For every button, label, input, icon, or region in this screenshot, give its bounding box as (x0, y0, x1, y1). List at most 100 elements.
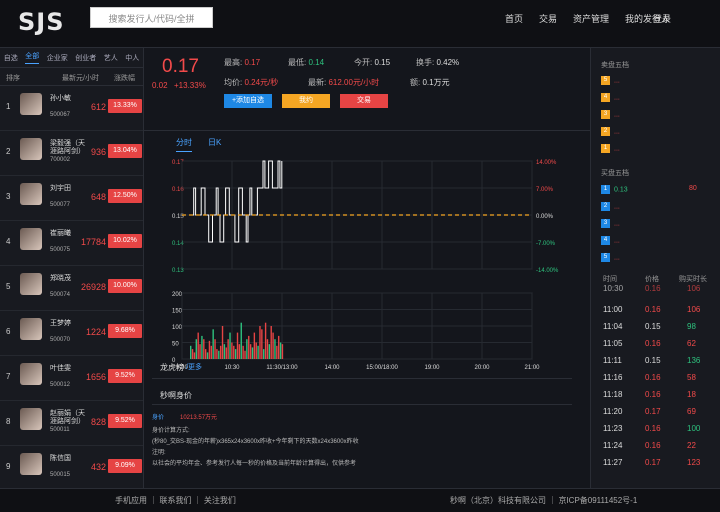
level-price: ... (614, 203, 620, 211)
add-watchlist-button[interactable]: +添加自选 (224, 94, 272, 108)
list-item[interactable]: 2 梁毅强（天涯路阿剑） 700002 936 13.04% (0, 131, 143, 176)
rank-number: 6 (6, 327, 11, 336)
category-tabs: 自选 全部 企业家 创业者 艺人 中人 (0, 48, 143, 68)
pct-tick: 14.00% (536, 160, 557, 166)
dragon-tiger-more-link[interactable]: /更多 (186, 362, 202, 372)
tab-0[interactable]: 自选 (4, 53, 18, 63)
nav-item-2[interactable]: 资产管理 (573, 12, 609, 25)
buy-level[interactable]: 3... (601, 219, 717, 228)
list-item[interactable]: 8 赵丽娟（天涯路阿剑） 500011 828 9.52% (0, 401, 143, 446)
current-price: 0.17 (162, 56, 199, 77)
buy-level[interactable]: 5... (601, 253, 717, 262)
level-price: ... (614, 111, 620, 119)
tick-price: 0.16 (645, 424, 661, 433)
issuer-code: 500077 (50, 202, 71, 208)
tick-qty: 22 (687, 441, 696, 450)
level-qty: 80 (689, 185, 697, 192)
rank-number: 8 (6, 417, 11, 426)
issuer-price: 648 (90, 192, 106, 202)
change-badge: 9.52% (108, 369, 142, 383)
tick-price: 0.15 (645, 322, 661, 331)
issuer-price: 828 (90, 417, 106, 427)
issuer-code: 500011 (50, 427, 70, 433)
tick-time: 11:24 (603, 441, 623, 450)
sell-level[interactable]: 3... (601, 110, 620, 119)
tick-qty: 62 (687, 339, 696, 348)
tick-price: 0.16 (645, 305, 661, 314)
tick-qty: 58 (687, 373, 696, 382)
tick-time: 11:16 (603, 373, 623, 382)
nav-item-0[interactable]: 首页 (505, 12, 523, 25)
buy-level[interactable]: 1 0.13 80 (601, 185, 717, 194)
tab-1[interactable]: 全部 (25, 51, 40, 64)
tick-time: 11:18 (603, 390, 623, 399)
logo[interactable]: SJS (18, 8, 65, 36)
change-badge: 13.04% (108, 144, 142, 158)
nav-item-1[interactable]: 交易 (539, 12, 557, 25)
volume-tick: 200 (172, 292, 183, 298)
tab-4[interactable]: 艺人 (104, 53, 118, 63)
issuer-price: 432 (90, 462, 106, 472)
tick-price: 0.17 (645, 407, 661, 416)
tab-5[interactable]: 中人 (125, 53, 139, 63)
tab-2[interactable]: 企业家 (47, 53, 68, 63)
change-badge: 10.00% (108, 279, 142, 293)
issuer-code: 500075 (50, 247, 71, 253)
note-text: 以社会的平均年金、参考发行人每一秒的价格及当前年龄计算得出，仅供参考 (152, 461, 357, 467)
list-item[interactable]: 4 崔丽曦 500075 17784 10.02% (0, 221, 143, 266)
chart-tab-1[interactable]: 日K (208, 137, 221, 152)
level-badge: 2 (601, 202, 610, 211)
sell-level[interactable]: 2... (601, 127, 620, 136)
quote-panel: 0.17 0.02 +13.33% 最高: 0.17 最低: 0.14 今开: … (144, 48, 590, 488)
trade-button[interactable]: 交易 (340, 94, 388, 108)
level-badge: 3 (601, 219, 610, 228)
issuer-code: 500074 (50, 292, 71, 298)
tab-3[interactable]: 创业者 (75, 53, 96, 63)
search-input[interactable]: 搜索发行人/代码/全拼 (90, 7, 213, 28)
level-badge: 1 (601, 185, 610, 194)
high-stat: 最高: 0.17 (224, 58, 261, 67)
sell-book-title: 卖盘五档 (601, 62, 629, 69)
sell-level[interactable]: 5... (601, 76, 620, 85)
rank-number: 9 (6, 462, 11, 471)
price-change-pct: +13.33% (174, 81, 206, 90)
book-button[interactable]: 我约 (282, 94, 330, 108)
login-link[interactable]: 登录 (653, 12, 671, 25)
dragon-tiger-title: 龙虎榜 (160, 363, 184, 372)
level-badge: 2 (601, 127, 610, 136)
issuer-list-panel: 自选 全部 企业家 创业者 艺人 中人 排序 最新元/小时 涨跌幅 1 孙小敏 500067 6… (0, 48, 144, 491)
tick-qty: 136 (687, 356, 701, 365)
chart-tab-0[interactable]: 分时 (176, 137, 192, 152)
info-section: 龙虎榜 /更多 秒啊身价 身价 10213.57万元 身价计算方式: (秒80_… (144, 352, 590, 492)
list-item[interactable]: 5 郑晓茂 500074 26928 10.00% (0, 266, 143, 311)
rank-number: 2 (6, 147, 11, 156)
buy-level[interactable]: 2... (601, 202, 717, 211)
list-item[interactable]: 1 孙小敏 500067 612 13.33% (0, 86, 143, 131)
volume-tick: 150 (172, 309, 183, 315)
rank-number: 7 (6, 372, 11, 381)
list-item[interactable]: 7 叶佳雯 500012 1656 9.52% (0, 356, 143, 401)
list-item[interactable]: 6 王梦婷 500070 1224 9.68% (0, 311, 143, 356)
header-change[interactable]: 涨跌幅 (114, 73, 135, 83)
list-item[interactable]: 9 陈信国 500015 432 9.09% (0, 446, 143, 491)
sell-level[interactable]: 4... (601, 93, 620, 102)
price-change: 0.02 (152, 81, 168, 90)
change-badge: 9.09% (108, 459, 142, 473)
main-nav: 首页 交易 资产管理 我的发行人 (505, 12, 670, 25)
footer-links[interactable]: 手机应用 ｜ 联系我们 ｜ 关注我们 (115, 495, 236, 506)
pct-tick: -7.00% (536, 241, 556, 247)
avatar (20, 183, 42, 205)
header-rate[interactable]: 最新元/小时 (62, 73, 99, 83)
level-badge: 1 (601, 144, 610, 153)
tick-qty: 106 (687, 305, 701, 314)
change-badge: 10.02% (108, 234, 142, 248)
issuer-code: 500012 (50, 382, 71, 388)
sell-level[interactable]: 1... (601, 144, 620, 153)
list-item[interactable]: 3 刘宇田 500077 648 12.50% (0, 176, 143, 221)
buy-level[interactable]: 4... (601, 236, 717, 245)
issuer-price: 17784 (80, 237, 106, 247)
divider (152, 404, 572, 405)
issuer-price: 612 (90, 102, 106, 112)
rank-number: 3 (6, 192, 11, 201)
header-rank[interactable]: 排序 (6, 73, 20, 83)
